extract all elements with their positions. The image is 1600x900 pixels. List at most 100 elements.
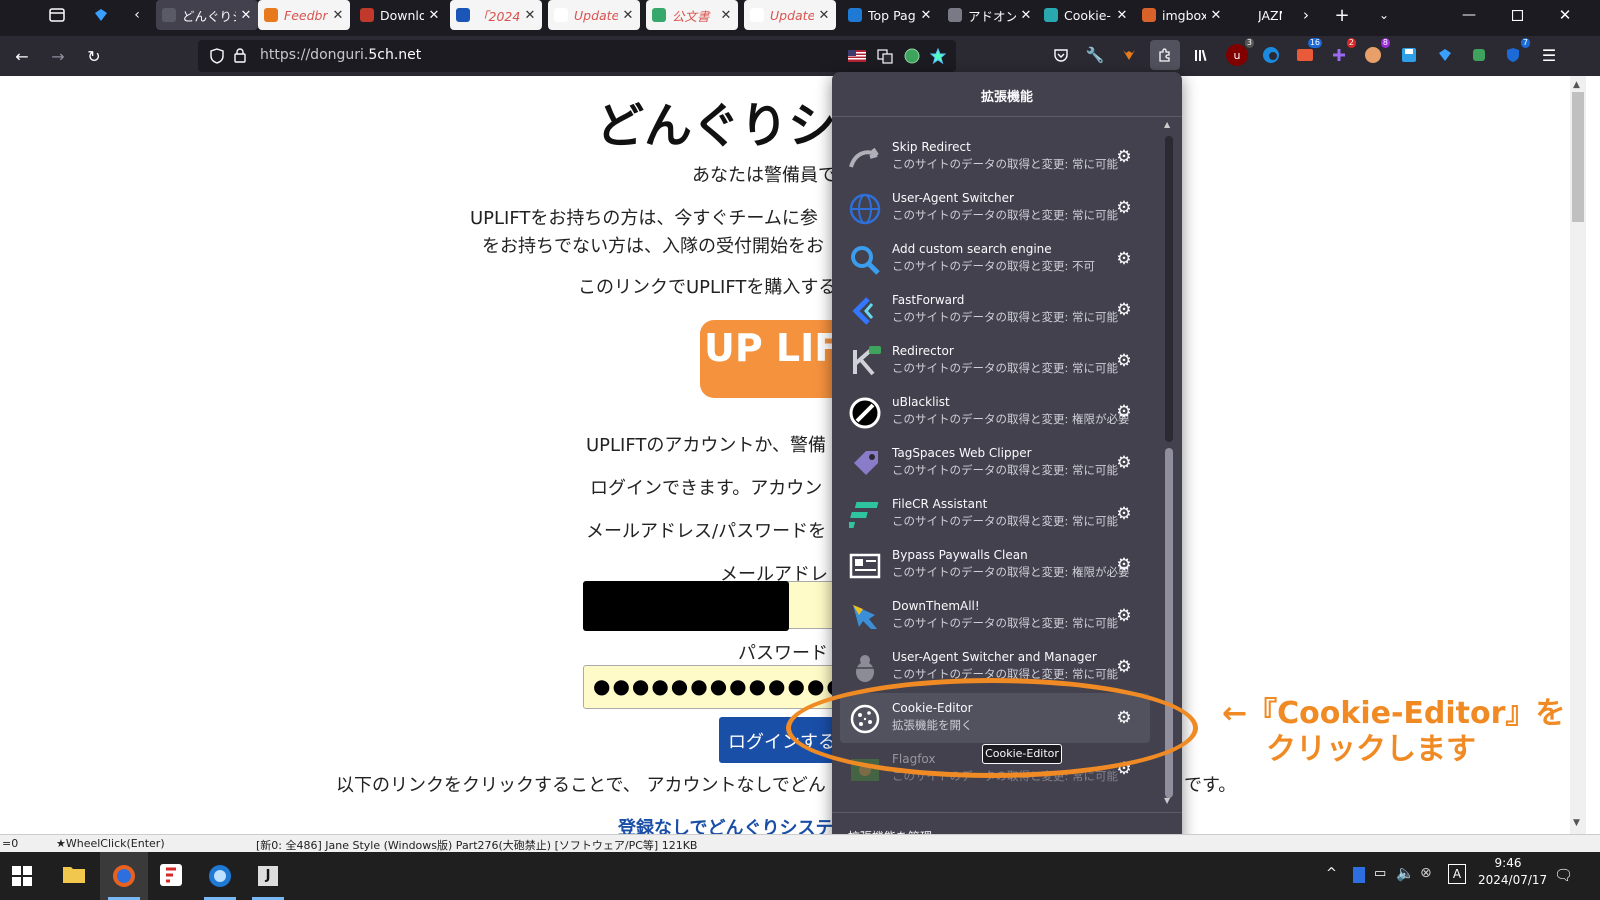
browser-tab[interactable]: Download ✕ [354, 0, 446, 30]
tab-close-icon[interactable]: ✕ [1020, 8, 1032, 23]
extension-item[interactable]: Add custom search engine このサイトのデータの取得と変更:… [840, 234, 1150, 284]
tab-scroll-left-icon[interactable]: ‹ [126, 0, 148, 30]
extension-item[interactable]: Skip Redirect このサイトのデータの取得と変更: 常に可能 [840, 132, 1150, 182]
extensions-puzzle-icon[interactable] [1150, 40, 1180, 70]
diamond-icon[interactable] [1434, 44, 1456, 66]
tab-close-icon[interactable]: ✕ [720, 8, 732, 23]
download-tray-icon[interactable] [1352, 866, 1366, 888]
ime-icon[interactable]: A [1448, 864, 1466, 884]
close-window-icon[interactable]: ✕ [1550, 0, 1580, 30]
windows-start-icon[interactable] [12, 866, 32, 890]
forward-icon[interactable]: → [44, 42, 72, 70]
save-disk-icon[interactable] [1398, 44, 1420, 66]
extension-item[interactable]: DownThemAll! このサイトのデータの取得と変更: 常に可能 [840, 591, 1150, 641]
ublock-icon[interactable]: u3 [1226, 38, 1254, 66]
scrollbar-thumb[interactable] [1572, 92, 1584, 222]
extension-item[interactable]: FileCR Assistant このサイトのデータの取得と変更: 常に可能 [840, 489, 1150, 539]
thunderbird-taskbar-button[interactable] [196, 852, 244, 900]
extension-item[interactable]: TagSpaces Web Clipper このサイトのデータの取得と変更: 常に… [840, 438, 1150, 488]
volume-icon[interactable]: 🔈 [1396, 864, 1415, 882]
browser-tab[interactable]: 「2024お ✕ [450, 0, 542, 30]
lock-icon[interactable] [234, 48, 246, 67]
menu-hamburger-icon[interactable]: ☰ [1538, 44, 1560, 66]
extension-settings-gear-icon[interactable]: ⚙ [1112, 706, 1136, 730]
minimize-icon[interactable]: — [1454, 0, 1484, 30]
green-box-icon[interactable] [1468, 44, 1490, 66]
extension-item[interactable]: Bypass Paywalls Clean このサイトのデータの取得と変更: 権限… [840, 540, 1150, 590]
shield-u-icon[interactable]: 7 [1502, 38, 1530, 66]
extension-item[interactable]: Redirector このサイトのデータの取得と変更: 常に可能 [840, 336, 1150, 386]
jane-style-taskbar-button[interactable]: J [244, 852, 292, 900]
plus-extension-icon[interactable]: 2 [1328, 38, 1356, 66]
network-icon[interactable]: ▭ [1374, 866, 1386, 881]
edge-icon[interactable] [1260, 44, 1282, 66]
library-icon[interactable] [1190, 44, 1212, 66]
extension-settings-gear-icon[interactable]: ⚙ [1112, 298, 1136, 322]
no-register-link[interactable]: 登録なしでどんぐりシステ [618, 814, 833, 834]
globe-green-icon[interactable] [901, 45, 923, 67]
tab-close-icon[interactable]: ✕ [524, 8, 536, 23]
tab-close-icon[interactable]: ✕ [818, 8, 830, 23]
extension-settings-gear-icon[interactable]: ⚙ [1112, 196, 1136, 220]
list-all-tabs-icon[interactable]: ⌄ [1372, 0, 1396, 30]
page-scrollbar[interactable]: ▲ ▼ [1570, 76, 1586, 834]
shield-icon[interactable] [210, 48, 224, 68]
extension-settings-gear-icon[interactable]: ⚙ [1112, 553, 1136, 577]
url-text[interactable]: https://donguri.5ch.net [260, 47, 421, 63]
address-bar[interactable]: https://donguri.5ch.net [198, 40, 956, 72]
back-icon[interactable]: ← [8, 42, 36, 70]
tab-close-icon[interactable]: ✕ [240, 8, 252, 23]
face-extension-icon[interactable]: 8 [1362, 38, 1390, 66]
extension-settings-gear-icon[interactable]: ⚙ [1112, 502, 1136, 526]
extension-settings-gear-icon[interactable]: ⚙ [1112, 247, 1136, 271]
tab-groups-icon[interactable] [44, 0, 70, 30]
file-explorer-icon[interactable] [62, 864, 86, 888]
extension-item[interactable]: FastForward このサイトのデータの取得と変更: 常に可能 [840, 285, 1150, 335]
browser-tab[interactable]: どんぐりシステム ✕ [156, 0, 258, 30]
browser-tab[interactable]: Cookie- ✕ [1038, 0, 1134, 30]
tab-close-icon[interactable]: ✕ [428, 8, 440, 23]
browser-tab[interactable]: アドオン ✕ [942, 0, 1038, 30]
tab-close-icon[interactable]: ✕ [332, 8, 344, 23]
translate-icon[interactable] [874, 45, 896, 67]
extension-settings-gear-icon[interactable]: ⚙ [1112, 400, 1136, 424]
extensions-scrollbar[interactable]: ▲ ▼ [1162, 120, 1176, 810]
browser-tab[interactable]: Update Sca ✕ [744, 0, 836, 30]
browser-tab[interactable]: JAZM [1232, 0, 1288, 30]
maximize-icon[interactable] [1502, 0, 1532, 30]
bookmark-star-icon[interactable] [927, 45, 949, 67]
extension-settings-gear-icon[interactable]: ⚙ [1112, 145, 1136, 169]
scroll-down-icon[interactable]: ▼ [1164, 796, 1170, 805]
notification-off-icon[interactable]: ⊗ [1420, 865, 1432, 881]
scroll-up-icon[interactable]: ▲ [1164, 120, 1170, 129]
scroll-down-icon[interactable]: ▼ [1573, 818, 1580, 828]
tab-scroll-right-icon[interactable]: › [1296, 0, 1316, 30]
extension-item[interactable]: User-Agent Switcher and Manager このサイトのデータ… [840, 642, 1150, 692]
extension-item[interactable]: User-Agent Switcher このサイトのデータの取得と変更: 常に可能 [840, 183, 1150, 233]
browser-tab[interactable]: 公文書 ✕ [646, 0, 738, 30]
pocket-icon[interactable] [1050, 44, 1072, 66]
scroll-up-icon[interactable]: ▲ [1573, 80, 1580, 90]
browser-tab[interactable]: imgbox ✕ [1136, 0, 1228, 30]
feed-extension-icon[interactable]: 16 [1294, 38, 1322, 66]
reload-icon[interactable]: ↻ [80, 42, 108, 70]
scrollbar-thumb[interactable] [1165, 448, 1173, 798]
tab-close-icon[interactable]: ✕ [920, 8, 932, 23]
extension-settings-gear-icon[interactable]: ⚙ [1112, 604, 1136, 628]
show-hidden-icons-icon[interactable]: ^ [1326, 866, 1337, 881]
extension-settings-gear-icon[interactable]: ⚙ [1112, 451, 1136, 475]
browser-tab[interactable]: Feedbro ✕ [258, 0, 350, 30]
pinned-tab-diamond-icon[interactable] [88, 0, 114, 30]
tab-close-icon[interactable]: ✕ [1210, 8, 1222, 23]
tab-close-icon[interactable]: ✕ [622, 8, 634, 23]
firefox-taskbar-button[interactable] [100, 852, 148, 900]
tab-close-icon[interactable]: ✕ [1116, 8, 1128, 23]
clock[interactable]: 9:46 2024/07/17 [1478, 856, 1547, 887]
us-flag-icon[interactable] [846, 45, 868, 67]
action-center-icon[interactable]: 🗨 [1554, 866, 1573, 884]
browser-tab[interactable]: Update Sca ✕ [548, 0, 640, 30]
extension-settings-gear-icon[interactable]: ⚙ [1112, 757, 1136, 781]
extension-settings-gear-icon[interactable]: ⚙ [1112, 655, 1136, 679]
feedly-icon[interactable] [160, 864, 182, 890]
extension-item[interactable]: uBlacklist このサイトのデータの取得と変更: 権限が必要 [840, 387, 1150, 437]
